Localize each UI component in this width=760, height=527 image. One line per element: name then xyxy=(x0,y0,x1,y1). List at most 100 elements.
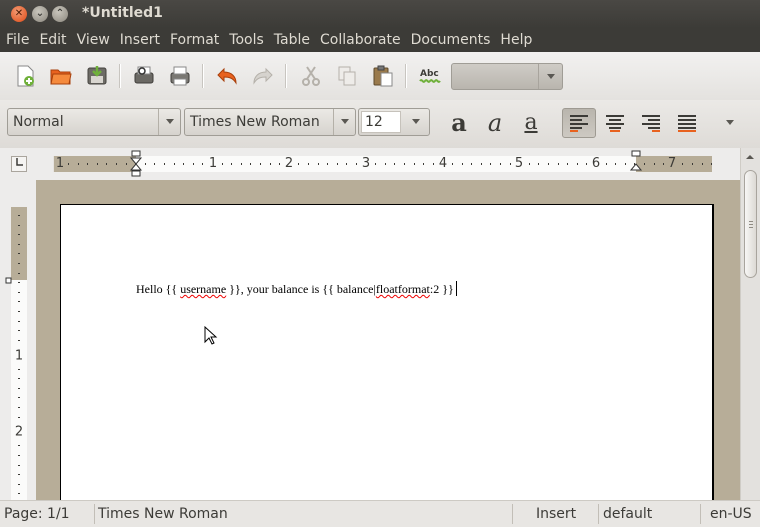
ruler-tick xyxy=(183,163,185,165)
menu-collaborate[interactable]: Collaborate xyxy=(315,28,406,52)
menu-format[interactable]: Format xyxy=(165,28,224,52)
vertical-ruler[interactable]: 12 xyxy=(11,207,27,500)
ruler-tick xyxy=(231,163,233,165)
vertical-scrollbar[interactable] xyxy=(740,148,760,500)
left-indent-marker[interactable] xyxy=(129,150,143,178)
ruler-tick xyxy=(192,163,194,165)
menu-documents[interactable]: Documents xyxy=(406,28,496,52)
ruler-tick xyxy=(624,163,626,165)
text-segment: Hello {{ xyxy=(136,282,181,296)
insert-mode-indicator[interactable]: Insert xyxy=(532,503,576,525)
paragraph-style-value: Normal xyxy=(13,114,64,130)
ruler-tick xyxy=(404,163,405,165)
redo-button[interactable] xyxy=(248,61,278,91)
misspelled-word[interactable]: username xyxy=(180,282,226,296)
ruler-label: 7 xyxy=(665,156,679,172)
document-page[interactable]: Hello {{ username }}, your balance is {{… xyxy=(60,204,714,500)
ruler-tick xyxy=(260,163,261,165)
tab-stop-selector[interactable] xyxy=(11,156,27,172)
italic-icon: a xyxy=(487,109,503,137)
right-indent-marker[interactable] xyxy=(629,150,643,178)
ruler-tick xyxy=(528,163,530,165)
menu-file[interactable]: File xyxy=(1,28,34,52)
menu-view[interactable]: View xyxy=(72,28,115,52)
open-button[interactable] xyxy=(46,61,76,91)
undo-icon xyxy=(217,67,237,85)
ruler-tick xyxy=(18,493,20,495)
ruler-tick xyxy=(461,163,463,165)
ruler-tick xyxy=(18,224,20,226)
ruler-tick xyxy=(18,291,20,293)
ruler-tick xyxy=(394,163,396,165)
size-dropdown-arrow[interactable] xyxy=(402,109,429,135)
align-center-button[interactable] xyxy=(598,108,632,138)
ruler-tick xyxy=(18,339,20,341)
ruler-tick xyxy=(509,163,511,165)
language-indicator[interactable]: en-US xyxy=(706,503,752,525)
ruler-tick xyxy=(18,282,20,284)
align-right-button[interactable] xyxy=(634,108,668,138)
align-justify-icon xyxy=(678,115,696,132)
text-segment: }}, your balance is {{ balance| xyxy=(226,282,376,296)
ruler-tick xyxy=(87,163,89,165)
close-window-button[interactable]: ✕ xyxy=(11,6,27,22)
font-family-combo[interactable]: Times New Roman xyxy=(184,108,356,136)
scroll-thumb[interactable] xyxy=(744,170,757,278)
scroll-up-icon[interactable] xyxy=(744,152,756,162)
paragraph-style-combo[interactable]: Normal xyxy=(7,108,181,136)
menu-help[interactable]: Help xyxy=(495,28,537,52)
align-left-button[interactable] xyxy=(562,108,596,138)
document-text[interactable]: Hello {{ username }}, your balance is {{… xyxy=(136,281,457,297)
ruler-tick xyxy=(18,263,20,264)
ruler-tick xyxy=(586,163,588,165)
maximize-window-button[interactable]: ⌃ xyxy=(52,6,68,22)
print-preview-button[interactable] xyxy=(129,61,159,91)
chevron-down-icon xyxy=(165,119,174,124)
print-button[interactable] xyxy=(165,61,195,91)
font-dropdown-arrow[interactable] xyxy=(333,109,355,135)
spellcheck-button[interactable]: Abc xyxy=(416,61,446,91)
zoom-dropdown-arrow[interactable] xyxy=(538,64,562,89)
copy-button[interactable] xyxy=(332,61,362,91)
horizontal-ruler[interactable]: 1 1 2 3 4 5 6 7 xyxy=(53,156,713,172)
chevron-down-icon xyxy=(546,73,555,79)
ruler-tick xyxy=(18,215,20,216)
toolbar-overflow-button[interactable] xyxy=(716,108,744,138)
ruler-tick xyxy=(615,163,617,165)
underline-icon: a xyxy=(524,110,538,135)
ruler-tick xyxy=(557,163,559,165)
ruler-tick xyxy=(250,163,252,165)
style-dropdown-arrow[interactable] xyxy=(158,109,180,135)
font-size-combo[interactable]: 12 xyxy=(358,108,430,136)
top-margin-marker[interactable] xyxy=(5,277,13,285)
ruler-tick xyxy=(432,163,434,165)
ruler-tick xyxy=(18,445,20,447)
window-title: *Untitled1 xyxy=(82,5,163,21)
undo-button[interactable] xyxy=(212,61,242,91)
paste-button[interactable] xyxy=(368,61,398,91)
menu-table[interactable]: Table xyxy=(269,28,315,52)
zoom-combo[interactable] xyxy=(451,63,563,90)
font-size-field[interactable]: 12 xyxy=(361,111,401,133)
ruler-tick xyxy=(18,301,20,303)
text-segment: :2 }} xyxy=(429,282,454,296)
ruler-label: 1 xyxy=(53,156,67,172)
underline-button[interactable]: a xyxy=(514,108,548,138)
document-canvas[interactable]: Hello {{ username }}, your balance is {{… xyxy=(36,180,740,500)
menu-insert[interactable]: Insert xyxy=(115,28,165,52)
misspelled-word[interactable]: floatformat xyxy=(376,282,430,296)
mouse-pointer-icon xyxy=(204,326,218,345)
menu-tools[interactable]: Tools xyxy=(224,28,269,52)
save-button[interactable] xyxy=(82,61,112,91)
ruler-tick xyxy=(298,163,300,165)
paste-icon xyxy=(373,65,393,87)
cut-button[interactable] xyxy=(296,61,326,91)
ruler-tick xyxy=(18,483,20,485)
italic-button[interactable]: a xyxy=(478,108,512,138)
bold-button[interactable]: a xyxy=(442,108,476,138)
align-justify-button[interactable] xyxy=(670,108,704,138)
new-document-button[interactable] xyxy=(10,61,40,91)
ruler-tick xyxy=(77,163,79,165)
minimize-window-button[interactable]: ⌄ xyxy=(32,6,48,22)
menu-edit[interactable]: Edit xyxy=(34,28,71,52)
